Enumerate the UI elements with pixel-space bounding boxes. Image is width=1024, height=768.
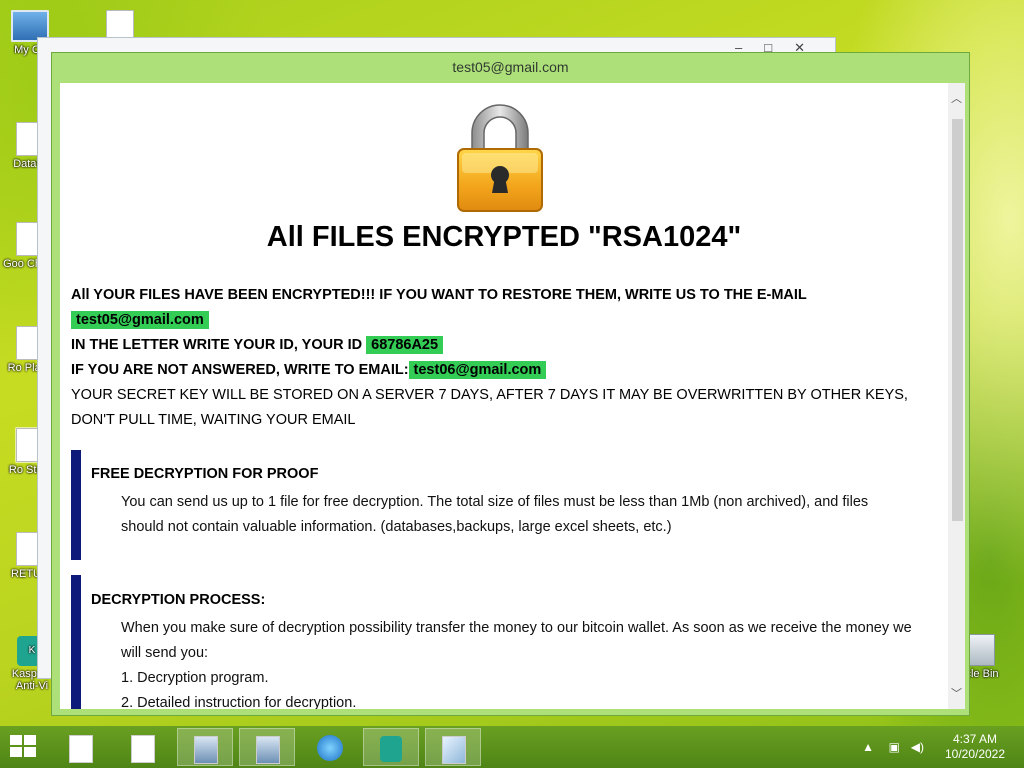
taskbar: ▲ ▣ ◀) 4:37 AM 10/20/2022	[0, 726, 1024, 768]
section-title: DECRYPTION PROCESS:	[91, 592, 266, 608]
document-icon	[69, 735, 93, 763]
taskbar-item-document[interactable]	[115, 728, 171, 766]
chevron-up-icon[interactable]: ▲	[862, 740, 874, 754]
recycle-bin-icon	[969, 634, 995, 666]
section-line: You can send us up to 1 file for free de…	[121, 494, 869, 510]
window-title: test05@gmail.com	[452, 59, 569, 75]
clock[interactable]: 4:37 AM 10/20/2022	[940, 732, 1010, 762]
ransom-note-window: test05@gmail.com All FILES ENCRYPTED "RS…	[51, 52, 970, 716]
key-warning-line: YOUR SECRET KEY WILL BE STORED ON A SERV…	[71, 387, 908, 403]
internet-explorer-icon	[317, 735, 343, 761]
alt-email-label: IF YOU ARE NOT ANSWERED, WRITE TO EMAIL:	[71, 362, 409, 378]
taskbar-item-kaspersky[interactable]	[363, 728, 419, 766]
windows-logo-icon	[10, 735, 22, 745]
windows-logo-pane	[10, 747, 22, 757]
taskbar-item-internet-explorer[interactable]	[301, 728, 357, 766]
section-line: 2. Detailed instruction for decryption.	[121, 695, 357, 709]
victim-id: 68786A25	[366, 336, 444, 354]
key-warning-line: DON'T PULL TIME, WAITING YOUR EMAIL	[71, 412, 356, 428]
taskbar-item-notepad[interactable]	[425, 728, 481, 766]
id-label: IN THE LETTER WRITE YOUR ID, YOUR ID	[71, 337, 363, 353]
section-accent-bar	[71, 575, 81, 709]
section-line: should not contain valuable information.…	[121, 519, 672, 535]
padlock-icon	[457, 104, 543, 212]
headline: All FILES ENCRYPTED "RSA1024"	[266, 221, 742, 253]
section-line: will send you:	[121, 645, 209, 661]
section-line: 1. Decryption program.	[121, 670, 269, 686]
network-icon[interactable]: ▣	[889, 740, 900, 754]
clock-time: 4:37 AM	[952, 732, 998, 746]
notepad-icon	[442, 736, 466, 764]
installer-icon	[194, 736, 218, 764]
windows-logo-pane	[24, 735, 36, 745]
installer-icon	[256, 736, 280, 764]
primary-email[interactable]: test05@gmail.com	[71, 311, 209, 329]
desktop: My Co DataW Goo Chron Ro Playe Ro Studi …	[0, 0, 1024, 768]
intro-text: All YOUR FILES HAVE BEEN ENCRYPTED!!! IF…	[71, 283, 931, 433]
kaspersky-icon	[380, 736, 402, 762]
clock-date: 10/20/2022	[944, 747, 1006, 761]
start-button[interactable]	[10, 735, 38, 759]
section-line: When you make sure of decryption possibi…	[121, 620, 912, 636]
section-decryption-process: DECRYPTION PROCESS: When you make sure o…	[71, 575, 941, 709]
section-accent-bar	[71, 450, 81, 560]
chevron-down-icon[interactable]: ﹀	[948, 686, 965, 703]
taskbar-item-document[interactable]	[53, 728, 109, 766]
chevron-up-icon[interactable]: ︿	[948, 91, 965, 108]
note-content: All FILES ENCRYPTED "RSA1024" All YOUR F…	[60, 83, 948, 709]
section-title: FREE DECRYPTION FOR PROOF	[91, 466, 319, 482]
document-icon	[131, 735, 155, 763]
section-free-decryption: FREE DECRYPTION FOR PROOF You can send u…	[71, 450, 941, 560]
section-body: You can send us up to 1 file for free de…	[121, 490, 941, 540]
scrollbar-thumb[interactable]	[952, 119, 963, 521]
section-body: When you make sure of decryption possibi…	[121, 616, 941, 709]
vertical-scrollbar[interactable]: ︿ ﹀	[948, 83, 965, 709]
taskbar-item-installer[interactable]	[177, 728, 233, 766]
windows-logo-pane	[24, 747, 36, 757]
secondary-email[interactable]: test06@gmail.com	[408, 361, 547, 379]
speaker-icon[interactable]: ◀)	[911, 740, 924, 754]
desktop-icon-label: cle Bin	[965, 668, 999, 680]
taskbar-item-installer[interactable]	[239, 728, 295, 766]
intro-line: All YOUR FILES HAVE BEEN ENCRYPTED!!! IF…	[71, 287, 807, 303]
